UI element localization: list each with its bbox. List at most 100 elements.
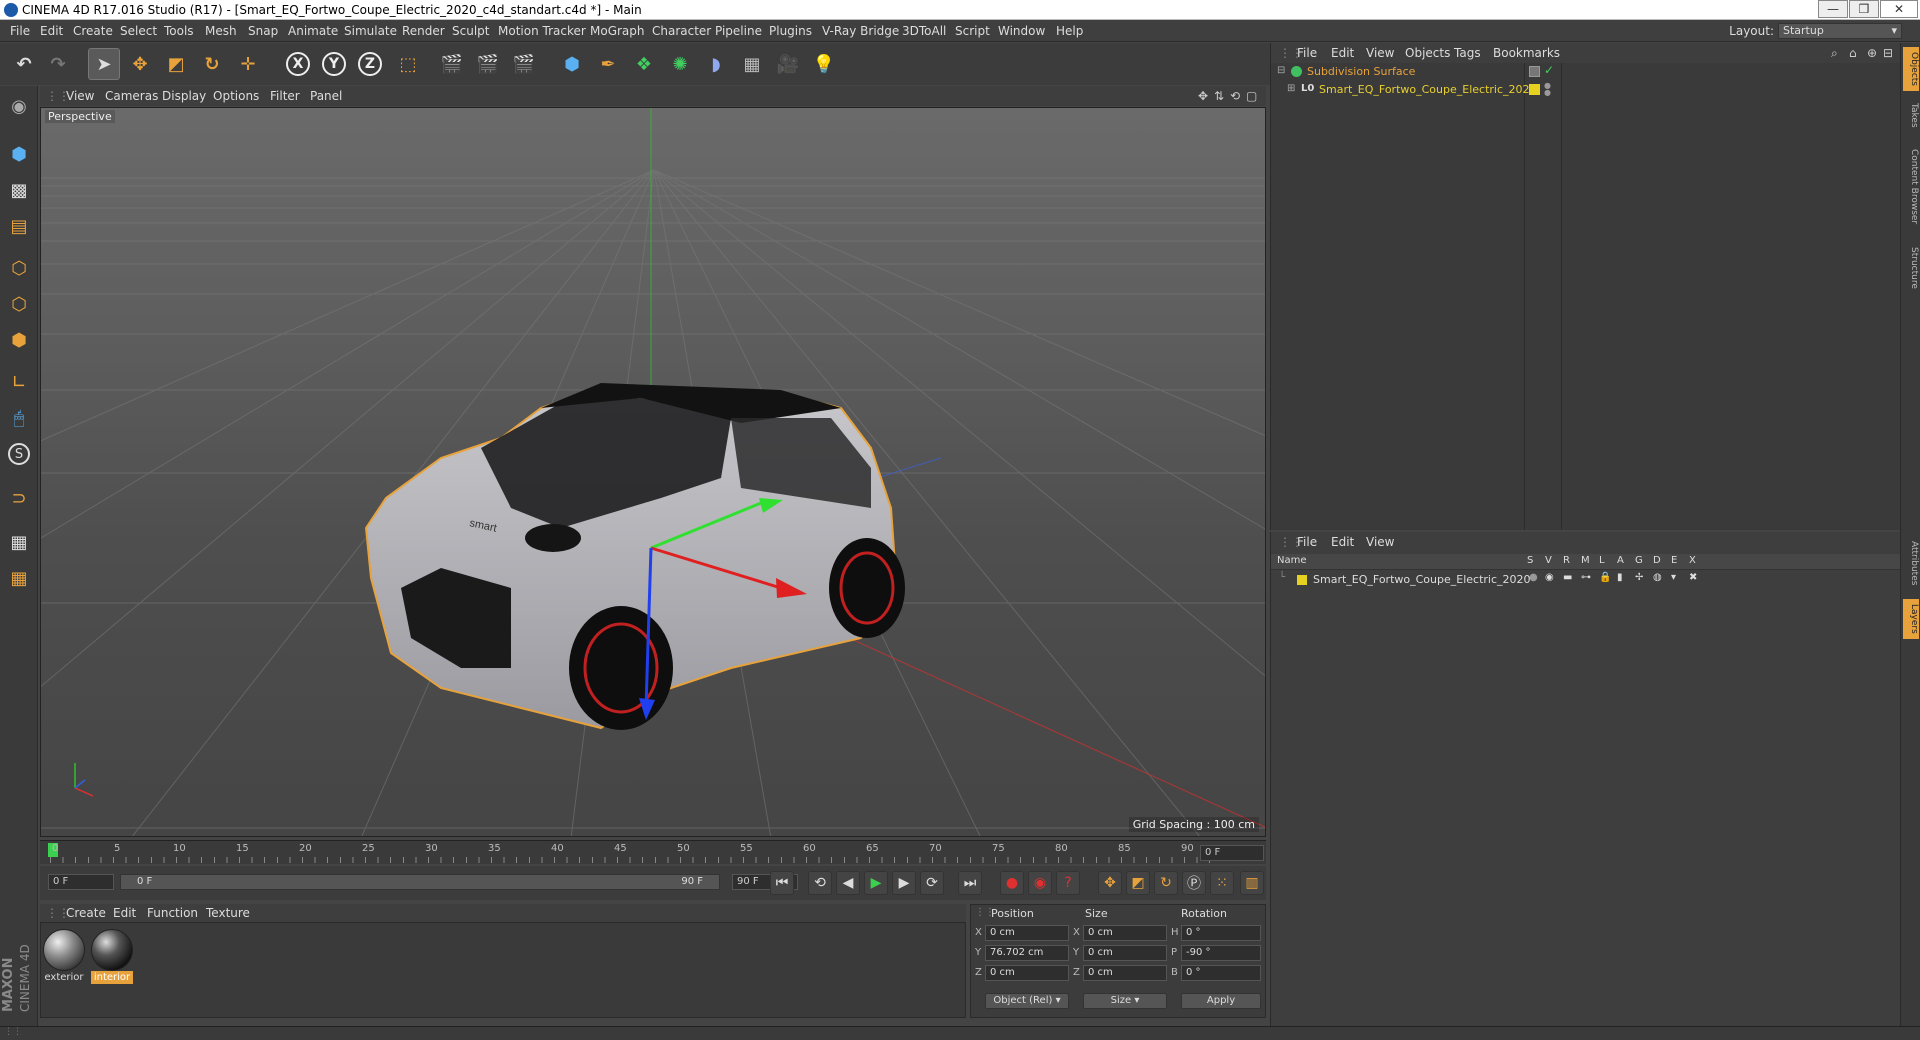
timeline-window-button[interactable]: ▥ xyxy=(1240,871,1264,895)
key-parameter-button[interactable]: Ⓟ xyxy=(1182,871,1206,895)
add-deformer-button[interactable]: ◗ xyxy=(700,48,732,80)
polygons-mode-button[interactable]: ⬢ xyxy=(3,324,35,356)
timeline-ruler[interactable]: 0 5 10 15 20 25 30 35 40 45 50 55 60 65 … xyxy=(40,840,1266,864)
menu-vray-bridge[interactable]: V-Ray Bridge xyxy=(822,20,899,42)
menu-mesh[interactable]: Mesh xyxy=(205,20,237,42)
add-light-button[interactable]: 💡 xyxy=(808,48,840,80)
transform-tool-button[interactable]: ✛ xyxy=(232,48,264,80)
add-array-button[interactable]: ✺ xyxy=(664,48,696,80)
visibility-toggle-icon[interactable] xyxy=(1529,66,1540,77)
lock-workplane-button[interactable]: ▦ xyxy=(3,526,35,558)
menu-plugins[interactable]: Plugins xyxy=(769,20,812,42)
scale-tool-button[interactable]: ◩ xyxy=(160,48,192,80)
layers-menu-edit[interactable]: Edit xyxy=(1331,532,1354,552)
objects-menu-file[interactable]: File xyxy=(1297,43,1317,63)
menu-3dtoall[interactable]: 3DToAll xyxy=(902,20,946,42)
autokeying-button[interactable]: ◉ xyxy=(1028,871,1052,895)
key-position-button[interactable]: ✥ xyxy=(1098,871,1122,895)
keyframe-selection-button[interactable]: ? xyxy=(1056,871,1080,895)
visibility-dots-icon[interactable]: ● ● xyxy=(1544,82,1551,97)
menu-edit[interactable]: Edit xyxy=(40,20,63,42)
move-tool-button[interactable]: ✥ xyxy=(124,48,156,80)
search-icon[interactable]: ⌕ xyxy=(1831,43,1838,63)
tree-item-subdivision-surface[interactable]: ⊟ Subdivision Surface ✓ xyxy=(1271,63,1901,81)
objects-menu-edit[interactable]: Edit xyxy=(1331,43,1354,63)
viewport-menu-panel[interactable]: Panel xyxy=(310,86,342,106)
expand-plus-icon[interactable]: ⊞ xyxy=(1287,83,1295,94)
minimize-button[interactable]: — xyxy=(1818,0,1848,18)
column-view[interactable]: V xyxy=(1545,555,1552,566)
rotation-p-field[interactable]: -90 ° xyxy=(1181,945,1261,961)
deformer-icon[interactable]: ◍ xyxy=(1653,572,1662,583)
objects-menu-bookmarks[interactable]: Bookmarks xyxy=(1493,43,1560,63)
undo-button[interactable]: ↶ xyxy=(8,48,40,80)
previous-key-button[interactable]: ⟲ xyxy=(808,871,832,895)
menu-render[interactable]: Render xyxy=(402,20,445,42)
axis-z-lock-button[interactable]: Z xyxy=(354,48,386,80)
menu-help[interactable]: Help xyxy=(1056,20,1083,42)
key-pla-button[interactable]: ⁙ xyxy=(1210,871,1234,895)
redo-button[interactable]: ↷ xyxy=(42,48,74,80)
column-manager[interactable]: M xyxy=(1581,555,1590,566)
column-animation[interactable]: A xyxy=(1617,555,1624,566)
enable-axis-button[interactable]: ∟ xyxy=(3,366,35,398)
menu-mograph[interactable]: MoGraph xyxy=(590,20,645,42)
coordinate-system-button[interactable]: ⬚ xyxy=(392,48,424,80)
render-view-button[interactable]: 🎬 xyxy=(436,48,468,80)
menu-character[interactable]: Character xyxy=(652,20,711,42)
next-key-button[interactable]: ⟳ xyxy=(920,871,944,895)
material-interior[interactable]: interior xyxy=(91,929,133,985)
apply-button[interactable]: Apply xyxy=(1181,993,1261,1009)
planar-workplane-button[interactable]: ▦ xyxy=(3,562,35,594)
viewport-move-icon[interactable]: ✥ xyxy=(1198,86,1208,106)
material-menu-create[interactable]: Create xyxy=(66,904,106,922)
column-locked[interactable]: L xyxy=(1599,555,1605,566)
menu-pipeline[interactable]: Pipeline xyxy=(715,20,762,42)
manager-tree-icon[interactable]: ⊶ xyxy=(1581,572,1591,583)
axis-x-lock-button[interactable]: X xyxy=(282,48,314,80)
workplane-mode-button[interactable]: ▤ xyxy=(3,210,35,242)
rotation-h-field[interactable]: 0 ° xyxy=(1181,925,1261,941)
column-render[interactable]: R xyxy=(1563,555,1570,566)
generator-icon[interactable]: ✢ xyxy=(1635,572,1643,583)
home-icon[interactable]: ⌂ xyxy=(1849,43,1857,63)
expression-icon[interactable]: ▾ xyxy=(1671,572,1676,583)
lock-icon[interactable]: 🔒 xyxy=(1599,572,1611,583)
next-frame-button[interactable]: ▶ xyxy=(892,871,916,895)
menu-select[interactable]: Select xyxy=(120,20,157,42)
menu-tools[interactable]: Tools xyxy=(164,20,194,42)
tweak-mode-button[interactable]: 🖱 xyxy=(3,402,35,434)
render-clapper-icon[interactable]: ▬ xyxy=(1563,572,1572,583)
add-spline-button[interactable]: ✒ xyxy=(592,48,624,80)
viewport-menu-view[interactable]: View xyxy=(66,86,94,106)
column-xref[interactable]: X xyxy=(1689,555,1696,566)
magnet-button[interactable]: ⊃ xyxy=(3,482,35,514)
viewport-menu-display[interactable]: Display xyxy=(162,86,206,106)
material-exterior[interactable]: exterior xyxy=(43,929,85,985)
viewport-menu-options[interactable]: Options xyxy=(213,86,259,106)
render-settings-button[interactable]: 🎬 xyxy=(508,48,540,80)
close-button[interactable]: ✕ xyxy=(1880,0,1918,18)
key-scale-button[interactable]: ◩ xyxy=(1126,871,1150,895)
panel-close-icon[interactable]: ⊟ xyxy=(1883,43,1893,63)
objects-menu-tags[interactable]: Tags xyxy=(1454,43,1481,63)
axis-y-lock-button[interactable]: Y xyxy=(318,48,350,80)
size-mode-dropdown[interactable]: Size ▾ xyxy=(1083,993,1167,1009)
add-nurbs-button[interactable]: ❖ xyxy=(628,48,660,80)
tab-structure[interactable]: Structure xyxy=(1903,243,1919,293)
size-y-field[interactable]: 0 cm xyxy=(1083,945,1167,961)
tab-content-browser[interactable]: Content Browser xyxy=(1903,139,1919,235)
column-solo[interactable]: S xyxy=(1527,555,1533,566)
tree-item-smart-eq[interactable]: ⊞ L0 Smart_EQ_Fortwo_Coupe_Electric_2020… xyxy=(1271,81,1901,99)
add-floor-button[interactable]: ▦ xyxy=(736,48,768,80)
perspective-viewport[interactable]: smart Perspective Grid Spacing : 100 cm xyxy=(40,107,1266,837)
material-menu-texture[interactable]: Texture xyxy=(206,904,250,922)
material-menu-edit[interactable]: Edit xyxy=(113,904,136,922)
column-generators[interactable]: G xyxy=(1635,555,1643,566)
render-picture-viewer-button[interactable]: 🎬 xyxy=(472,48,504,80)
menu-animate[interactable]: Animate xyxy=(288,20,338,42)
position-y-field[interactable]: 76.702 cm xyxy=(985,945,1069,961)
new-view-icon[interactable]: ⊕ xyxy=(1867,43,1877,63)
edges-mode-button[interactable]: ⬡ xyxy=(3,288,35,320)
menu-create[interactable]: Create xyxy=(73,20,113,42)
